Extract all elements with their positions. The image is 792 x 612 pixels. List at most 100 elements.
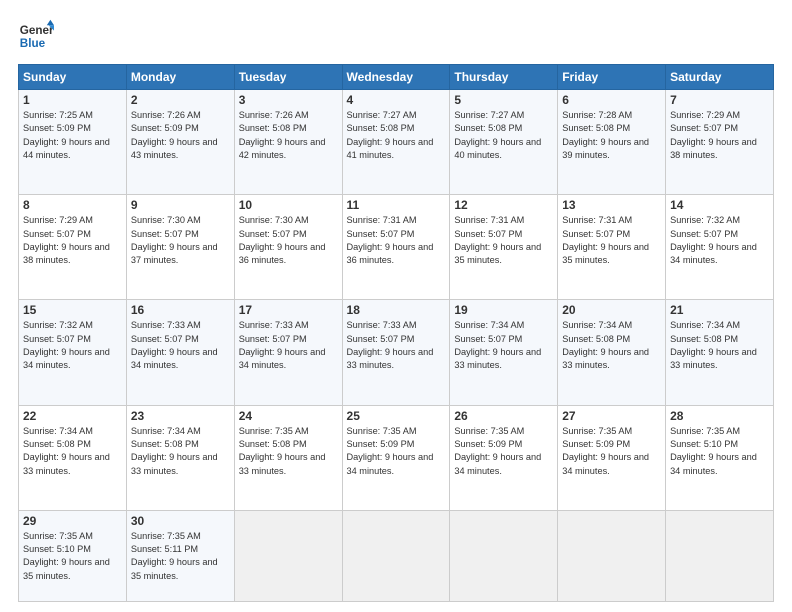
col-header-wednesday: Wednesday <box>342 65 450 90</box>
day-number: 6 <box>562 93 661 107</box>
day-number: 19 <box>454 303 553 317</box>
day-info: Sunrise: 7:34 AMSunset: 5:08 PMDaylight:… <box>23 425 122 478</box>
col-header-friday: Friday <box>558 65 666 90</box>
calendar-cell: 20 Sunrise: 7:34 AMSunset: 5:08 PMDayligh… <box>558 300 666 405</box>
day-info: Sunrise: 7:34 AMSunset: 5:07 PMDaylight:… <box>454 319 553 372</box>
col-header-thursday: Thursday <box>450 65 558 90</box>
day-info: Sunrise: 7:34 AMSunset: 5:08 PMDaylight:… <box>562 319 661 372</box>
calendar-cell: 30 Sunrise: 7:35 AMSunset: 5:11 PMDayligh… <box>126 510 234 601</box>
day-number: 16 <box>131 303 230 317</box>
logo: General Blue <box>18 18 54 54</box>
calendar-cell: 11 Sunrise: 7:31 AMSunset: 5:07 PMDayligh… <box>342 195 450 300</box>
day-number: 18 <box>347 303 446 317</box>
day-info: Sunrise: 7:29 AMSunset: 5:07 PMDaylight:… <box>670 109 769 162</box>
calendar-cell: 7 Sunrise: 7:29 AMSunset: 5:07 PMDaylight… <box>666 90 774 195</box>
calendar-cell <box>450 510 558 601</box>
day-info: Sunrise: 7:26 AMSunset: 5:09 PMDaylight:… <box>131 109 230 162</box>
calendar-cell: 13 Sunrise: 7:31 AMSunset: 5:07 PMDayligh… <box>558 195 666 300</box>
col-header-sunday: Sunday <box>19 65 127 90</box>
calendar-cell: 17 Sunrise: 7:33 AMSunset: 5:07 PMDayligh… <box>234 300 342 405</box>
day-info: Sunrise: 7:27 AMSunset: 5:08 PMDaylight:… <box>347 109 446 162</box>
calendar-cell <box>558 510 666 601</box>
day-number: 25 <box>347 409 446 423</box>
svg-text:General: General <box>20 24 54 37</box>
day-info: Sunrise: 7:35 AMSunset: 5:11 PMDaylight:… <box>131 530 230 583</box>
calendar-cell: 18 Sunrise: 7:33 AMSunset: 5:07 PMDayligh… <box>342 300 450 405</box>
day-info: Sunrise: 7:32 AMSunset: 5:07 PMDaylight:… <box>23 319 122 372</box>
calendar-cell: 27 Sunrise: 7:35 AMSunset: 5:09 PMDayligh… <box>558 405 666 510</box>
day-info: Sunrise: 7:35 AMSunset: 5:08 PMDaylight:… <box>239 425 338 478</box>
day-number: 26 <box>454 409 553 423</box>
calendar-cell: 24 Sunrise: 7:35 AMSunset: 5:08 PMDayligh… <box>234 405 342 510</box>
day-number: 10 <box>239 198 338 212</box>
day-number: 12 <box>454 198 553 212</box>
calendar-cell: 2 Sunrise: 7:26 AMSunset: 5:09 PMDaylight… <box>126 90 234 195</box>
calendar-cell: 16 Sunrise: 7:33 AMSunset: 5:07 PMDayligh… <box>126 300 234 405</box>
day-number: 1 <box>23 93 122 107</box>
day-info: Sunrise: 7:35 AMSunset: 5:10 PMDaylight:… <box>23 530 122 583</box>
calendar-cell: 25 Sunrise: 7:35 AMSunset: 5:09 PMDayligh… <box>342 405 450 510</box>
day-number: 9 <box>131 198 230 212</box>
calendar-cell: 19 Sunrise: 7:34 AMSunset: 5:07 PMDayligh… <box>450 300 558 405</box>
day-number: 20 <box>562 303 661 317</box>
calendar-cell: 3 Sunrise: 7:26 AMSunset: 5:08 PMDaylight… <box>234 90 342 195</box>
calendar-cell: 21 Sunrise: 7:34 AMSunset: 5:08 PMDayligh… <box>666 300 774 405</box>
day-number: 13 <box>562 198 661 212</box>
day-number: 30 <box>131 514 230 528</box>
day-number: 2 <box>131 93 230 107</box>
day-info: Sunrise: 7:35 AMSunset: 5:09 PMDaylight:… <box>454 425 553 478</box>
day-info: Sunrise: 7:33 AMSunset: 5:07 PMDaylight:… <box>239 319 338 372</box>
col-header-saturday: Saturday <box>666 65 774 90</box>
day-info: Sunrise: 7:34 AMSunset: 5:08 PMDaylight:… <box>670 319 769 372</box>
day-info: Sunrise: 7:27 AMSunset: 5:08 PMDaylight:… <box>454 109 553 162</box>
day-number: 4 <box>347 93 446 107</box>
day-info: Sunrise: 7:25 AMSunset: 5:09 PMDaylight:… <box>23 109 122 162</box>
day-info: Sunrise: 7:35 AMSunset: 5:10 PMDaylight:… <box>670 425 769 478</box>
day-number: 23 <box>131 409 230 423</box>
day-number: 27 <box>562 409 661 423</box>
day-number: 17 <box>239 303 338 317</box>
col-header-tuesday: Tuesday <box>234 65 342 90</box>
calendar-cell: 6 Sunrise: 7:28 AMSunset: 5:08 PMDaylight… <box>558 90 666 195</box>
calendar-cell: 4 Sunrise: 7:27 AMSunset: 5:08 PMDaylight… <box>342 90 450 195</box>
day-number: 3 <box>239 93 338 107</box>
day-info: Sunrise: 7:28 AMSunset: 5:08 PMDaylight:… <box>562 109 661 162</box>
day-info: Sunrise: 7:34 AMSunset: 5:08 PMDaylight:… <box>131 425 230 478</box>
day-info: Sunrise: 7:35 AMSunset: 5:09 PMDaylight:… <box>347 425 446 478</box>
day-number: 22 <box>23 409 122 423</box>
day-number: 24 <box>239 409 338 423</box>
day-number: 5 <box>454 93 553 107</box>
day-number: 8 <box>23 198 122 212</box>
day-info: Sunrise: 7:35 AMSunset: 5:09 PMDaylight:… <box>562 425 661 478</box>
day-info: Sunrise: 7:33 AMSunset: 5:07 PMDaylight:… <box>347 319 446 372</box>
day-info: Sunrise: 7:31 AMSunset: 5:07 PMDaylight:… <box>454 214 553 267</box>
day-info: Sunrise: 7:30 AMSunset: 5:07 PMDaylight:… <box>131 214 230 267</box>
day-info: Sunrise: 7:30 AMSunset: 5:07 PMDaylight:… <box>239 214 338 267</box>
calendar-cell: 10 Sunrise: 7:30 AMSunset: 5:07 PMDayligh… <box>234 195 342 300</box>
day-info: Sunrise: 7:29 AMSunset: 5:07 PMDaylight:… <box>23 214 122 267</box>
day-number: 21 <box>670 303 769 317</box>
calendar-cell: 12 Sunrise: 7:31 AMSunset: 5:07 PMDayligh… <box>450 195 558 300</box>
day-info: Sunrise: 7:32 AMSunset: 5:07 PMDaylight:… <box>670 214 769 267</box>
calendar-cell: 15Sunrise: 7:32 AMSunset: 5:07 PMDayligh… <box>19 300 127 405</box>
day-info: Sunrise: 7:26 AMSunset: 5:08 PMDaylight:… <box>239 109 338 162</box>
calendar-page: General Blue SundayMondayTuesdayWednesda… <box>0 0 792 612</box>
calendar-cell <box>234 510 342 601</box>
header: General Blue <box>18 18 774 54</box>
calendar-cell: 26 Sunrise: 7:35 AMSunset: 5:09 PMDayligh… <box>450 405 558 510</box>
day-info: Sunrise: 7:31 AMSunset: 5:07 PMDaylight:… <box>562 214 661 267</box>
day-number: 14 <box>670 198 769 212</box>
calendar-cell <box>666 510 774 601</box>
logo-icon: General Blue <box>18 18 54 54</box>
day-number: 7 <box>670 93 769 107</box>
calendar-cell: 8 Sunrise: 7:29 AMSunset: 5:07 PMDaylight… <box>19 195 127 300</box>
col-header-monday: Monday <box>126 65 234 90</box>
day-info: Sunrise: 7:33 AMSunset: 5:07 PMDaylight:… <box>131 319 230 372</box>
day-info: Sunrise: 7:31 AMSunset: 5:07 PMDaylight:… <box>347 214 446 267</box>
calendar-table: SundayMondayTuesdayWednesdayThursdayFrid… <box>18 64 774 602</box>
calendar-cell: 29Sunrise: 7:35 AMSunset: 5:10 PMDayligh… <box>19 510 127 601</box>
day-number: 11 <box>347 198 446 212</box>
svg-text:Blue: Blue <box>20 37 46 50</box>
calendar-cell: 9 Sunrise: 7:30 AMSunset: 5:07 PMDaylight… <box>126 195 234 300</box>
day-number: 28 <box>670 409 769 423</box>
